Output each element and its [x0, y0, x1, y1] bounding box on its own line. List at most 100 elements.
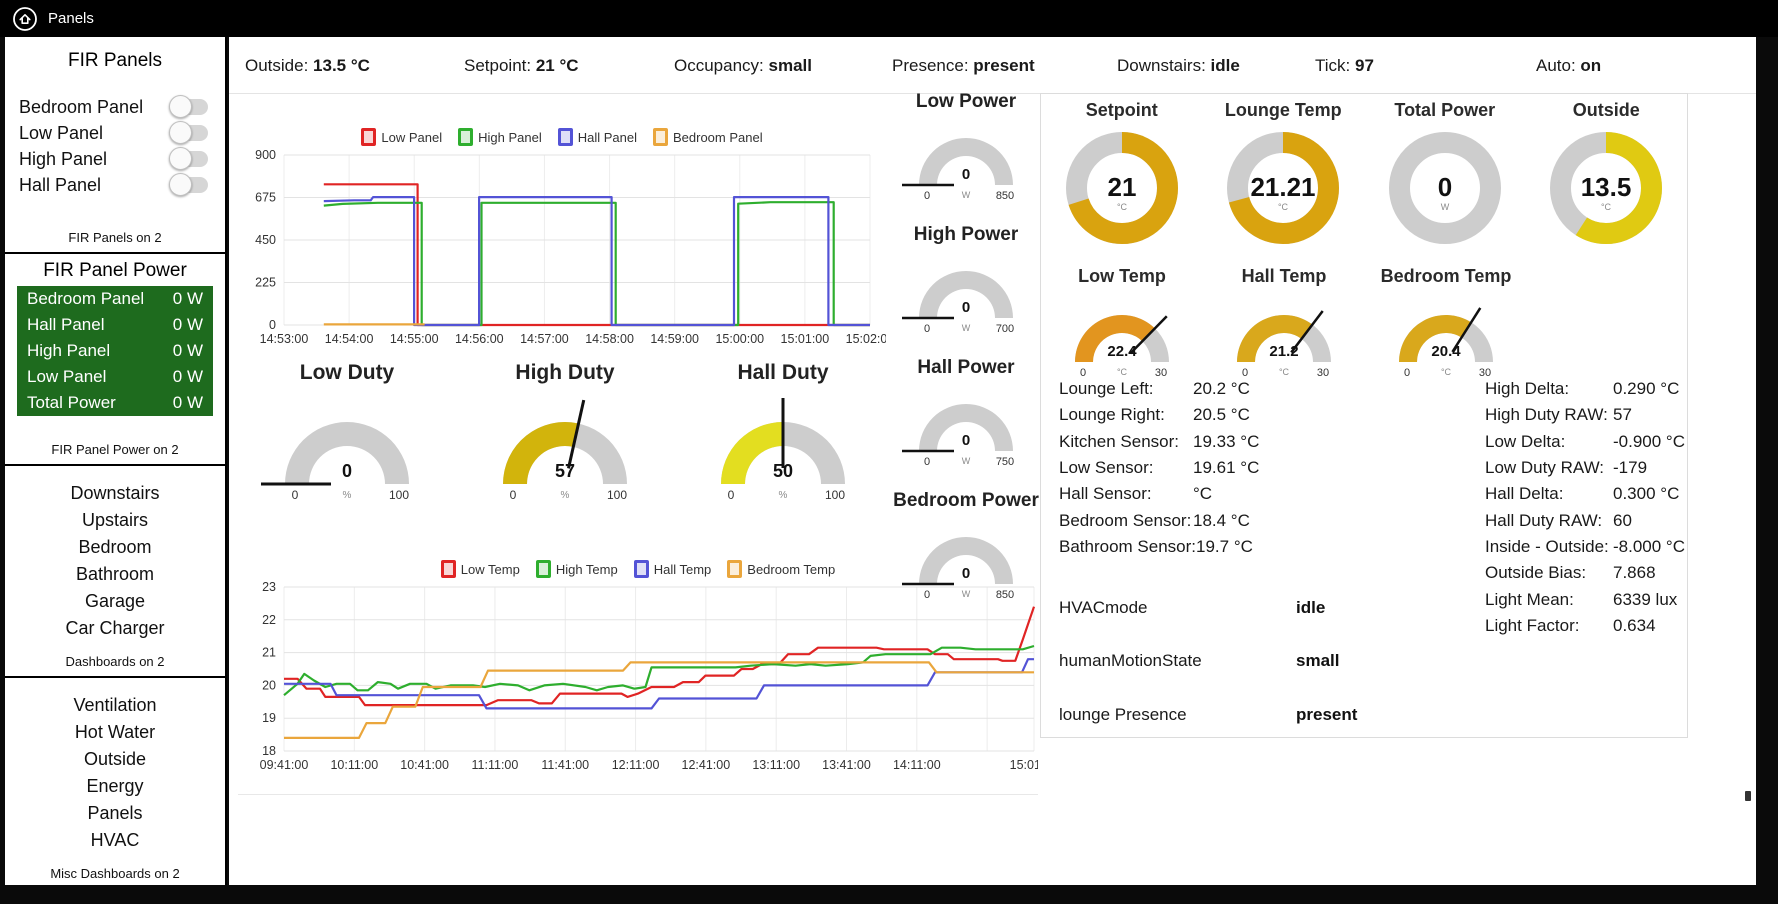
- sidebar-item-hvac[interactable]: HVAC: [5, 827, 225, 854]
- sidebar-item-upstairs[interactable]: Upstairs: [5, 507, 225, 534]
- room-temps-chart[interactable]: Low Temp High Temp Hall Temp Bedroom Temp 18…: [238, 557, 1059, 792]
- sidebar-item-downstairs[interactable]: Downstairs: [5, 480, 225, 507]
- readout-value: 0.634: [1613, 615, 1656, 635]
- svg-text:0: 0: [292, 488, 299, 502]
- toggle-knob: [169, 173, 192, 196]
- donut: 21.21°C: [1227, 132, 1340, 244]
- list-item: Bedroom Sensor: 18.4 °C: [1059, 507, 1259, 533]
- status-value: idle: [1210, 56, 1240, 75]
- sidebar-item-energy[interactable]: Energy: [5, 773, 225, 800]
- svg-text:21.2: 21.2: [1269, 343, 1298, 360]
- svg-text:0: 0: [924, 323, 930, 335]
- gauge: 0 W 0 700: [902, 271, 1014, 335]
- svg-text:%: %: [343, 490, 352, 501]
- svg-text:15:01:00: 15:01:00: [1010, 758, 1038, 772]
- list-item: Light Factor: 0.634: [1485, 613, 1685, 639]
- svg-text:°C: °C: [1279, 367, 1290, 377]
- gauge-title: Outside: [1572, 100, 1640, 120]
- gauge-title: High Duty: [515, 361, 615, 384]
- status-label: Presence:: [892, 56, 974, 75]
- gauge: 20.4°C0 30: [1399, 307, 1493, 379]
- sidebar-item-garage[interactable]: Garage: [5, 588, 225, 615]
- svg-text:11:41:00: 11:41:00: [541, 758, 589, 772]
- donut-gauge-outside: Outside 13.5 °C: [1526, 100, 1688, 258]
- sidebar-item-car-charger[interactable]: Car Charger: [5, 615, 225, 642]
- status-label: Outside:: [245, 56, 314, 75]
- svg-text:14:55:00: 14:55:00: [390, 332, 439, 346]
- svg-text:18: 18: [262, 744, 276, 758]
- panel-power-chart[interactable]: Low Panel High Panel Hall Panel Bedroom Pan…: [238, 125, 894, 360]
- sidebar-item-ventilation[interactable]: Ventilation: [5, 692, 225, 719]
- readout-value: -8.000 °C: [1613, 536, 1686, 556]
- status-label: Occupancy:: [674, 56, 769, 75]
- toggle-knob: [169, 95, 192, 118]
- sidebar-item-panels[interactable]: Panels: [5, 800, 225, 827]
- status-item: Presence: present: [892, 56, 1035, 76]
- mode-label: HVACmode: [1059, 598, 1148, 617]
- readout-label: Low Duty RAW:: [1485, 458, 1605, 478]
- legend-swatch: [440, 560, 456, 578]
- sidebar-item-bedroom[interactable]: Bedroom: [5, 534, 225, 561]
- sidebar-item-hot-water[interactable]: Hot Water: [5, 719, 225, 746]
- svg-text:%: %: [779, 490, 788, 501]
- legend-label: Low Panel: [381, 129, 443, 145]
- power-gauges-column: Low Power 0 W 0 850 High Power 0 W 0 700 Hall Powe…: [891, 91, 1041, 623]
- svg-text:850: 850: [996, 190, 1014, 202]
- table-cell-value: 0 W: [172, 341, 203, 360]
- chart-plot[interactable]: 0 225 450 675 900 14:53:00 14:54:00 14:55:00 14:…: [238, 147, 894, 355]
- svg-text:100: 100: [607, 488, 627, 502]
- fir-panels-title: FIR Panels: [68, 50, 162, 71]
- scrollbar-arrow[interactable]: [1745, 791, 1751, 801]
- fir-panels-toggles: Bedroom Panel Low Panel High Panel Hall Pan…: [5, 94, 225, 198]
- gauge-title: Hall Duty: [737, 361, 829, 384]
- legend-item: High Temp: [535, 560, 618, 578]
- donut-gauge-lounge-temp: Lounge Temp 21.21 °C: [1203, 100, 1365, 258]
- toggle-switch-bedroom-panel[interactable]: [169, 95, 208, 118]
- home-icon[interactable]: [12, 6, 38, 32]
- svg-text:675: 675: [255, 191, 276, 205]
- readout-label: Bedroom Sensor:: [1059, 510, 1192, 530]
- svg-text:13:11:00: 13:11:00: [752, 758, 800, 772]
- table-row: Bedroom Panel 0 W: [17, 286, 213, 312]
- readout-value: 6339 lux: [1613, 589, 1678, 609]
- svg-text:W: W: [962, 323, 971, 333]
- readout-label: Lounge Left:: [1059, 379, 1154, 399]
- svg-text:11:11:00: 11:11:00: [472, 758, 519, 772]
- toggle-knob: [169, 147, 192, 170]
- legend-item: Hall Temp: [633, 560, 712, 578]
- power-gauge-high-power: High Power 0 W 0 700: [891, 224, 1041, 340]
- fir-panels-footer: FIR Panels on 2: [68, 230, 162, 245]
- legend-swatch: [652, 128, 668, 146]
- svg-text:14:11:00: 14:11:00: [893, 758, 941, 772]
- toggle-row: High Panel: [5, 146, 225, 172]
- toggle-knob: [169, 121, 192, 144]
- duty-gauge-hall-duty: Hall Duty 50% 0 100: [674, 361, 892, 510]
- svg-text:15:01:00: 15:01:00: [781, 332, 830, 346]
- toggle-switch-low-panel[interactable]: [169, 121, 208, 144]
- toggle-switch-high-panel[interactable]: [169, 147, 208, 170]
- svg-text:22: 22: [262, 613, 276, 627]
- svg-text:225: 225: [255, 276, 276, 290]
- legend-swatch: [535, 560, 551, 578]
- readout-label: High Delta:: [1485, 379, 1570, 399]
- sidebar-item-outside[interactable]: Outside: [5, 746, 225, 773]
- svg-text:21: 21: [262, 646, 276, 660]
- temp-gauges-row: Low Temp 22.4 °C 0 30 Hall Temp 21.2 °C 0 30 Bedro…: [1041, 266, 1687, 384]
- svg-text:12:41:00: 12:41:00: [682, 758, 731, 772]
- sidebar-item-bathroom[interactable]: Bathroom: [5, 561, 225, 588]
- toggle-switch-hall-panel[interactable]: [169, 173, 208, 196]
- readout-label: Low Sensor:: [1059, 458, 1154, 478]
- legend-label: Bedroom Temp: [747, 561, 836, 577]
- fir-panel-power-table: Bedroom Panel 0 W Hall Panel 0 W High Panel 0…: [17, 286, 213, 416]
- chart-plot[interactable]: 18 19 20 21 22 23 09:41:00 10:11:00 10:41:00 11:1…: [238, 579, 1059, 787]
- status-bar: Outside: 13.5 °C Setpoint: 21 °C Occupancy…: [229, 37, 1756, 94]
- main-content: Outside: 13.5 °C Setpoint: 21 °C Occupancy…: [229, 37, 1756, 885]
- svg-text:0: 0: [1404, 367, 1410, 379]
- legend-label: Hall Temp: [653, 561, 712, 577]
- sidebar-divider: [5, 252, 225, 254]
- svg-text:750: 750: [996, 456, 1014, 468]
- svg-text:0: 0: [510, 488, 517, 502]
- status-value: 21 °C: [535, 56, 579, 75]
- duty-gauge-low-duty: Low Duty 0% 0 100: [238, 361, 456, 510]
- readout-label: Inside - Outside:: [1485, 536, 1609, 556]
